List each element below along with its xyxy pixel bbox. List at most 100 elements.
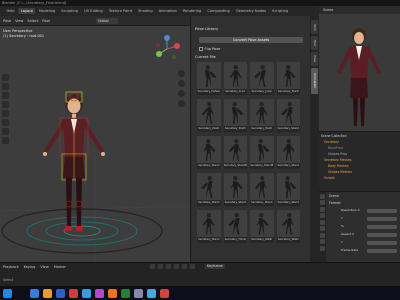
measure-tool-icon[interactable]: [2, 137, 9, 144]
workspace-tab[interactable]: Help: [4, 8, 17, 14]
convert-pose-assets-button[interactable]: Convert Pose Assets: [199, 37, 303, 43]
keying-set-dropdown[interactable]: Keyframe: [205, 264, 225, 269]
pose-asset-tile[interactable]: Secretary_is Air: [223, 62, 247, 95]
pose-asset-tile[interactable]: Secretary_Stand: [223, 173, 247, 206]
data-tab-icon[interactable]: [320, 245, 325, 251]
taskbar-app-icon[interactable]: [82, 289, 91, 298]
outliner-item[interactable]: Secretary: [319, 140, 400, 145]
output-tab-icon[interactable]: [320, 206, 325, 212]
outliner-item[interactable]: Body Meshes: [319, 164, 400, 169]
outliner-item[interactable]: Scene Collection: [319, 134, 400, 139]
workspace-tab[interactable]: UV Editing: [82, 8, 106, 14]
scene-tab-icon[interactable]: [320, 219, 325, 225]
pose-asset-tile[interactable]: Secretary_Positi: [250, 99, 274, 132]
outliner-item[interactable]: BoneProp: [319, 146, 400, 151]
pose-asset-tile[interactable]: Secretary_Stand: [250, 173, 274, 206]
pose-asset-tile[interactable]: Secretary_Positi: [197, 99, 221, 132]
property-field[interactable]: [367, 208, 397, 213]
workspace-tab[interactable]: Shading: [136, 8, 156, 14]
property-field[interactable]: [367, 248, 397, 253]
move-tool-icon[interactable]: [2, 92, 9, 99]
taskbar-app-icon[interactable]: [108, 289, 117, 298]
select-tool-icon[interactable]: [2, 74, 9, 81]
property-field[interactable]: [367, 232, 397, 237]
workspace-tab[interactable]: Geometry Nodes: [233, 8, 268, 14]
flip-pose-checkbox[interactable]: Flip Pose: [199, 46, 303, 52]
transform-orientation-dropdown[interactable]: Global: [96, 18, 118, 24]
taskbar-app-icon[interactable]: [56, 289, 65, 298]
workspace-tab[interactable]: Rendering: [180, 8, 203, 14]
pose-asset-tile[interactable]: Secretary_Walki: [276, 210, 300, 243]
pose-library-header[interactable]: Pose Library: [195, 26, 307, 32]
pose-asset-tile[interactable]: Secretary_Jump: [250, 62, 274, 95]
property-field[interactable]: [367, 240, 397, 245]
next-keyframe-icon[interactable]: [182, 264, 187, 269]
taskbar-app-icon[interactable]: [160, 289, 169, 298]
checkbox-icon[interactable]: [199, 47, 203, 51]
pose-asset-tile[interactable]: Secretary_Stand: [276, 136, 300, 169]
pose-asset-tile[interactable]: Secretary_StandE: [250, 136, 274, 169]
zoom-icon[interactable]: [178, 70, 185, 77]
pose-asset-tile[interactable]: Secretary_Stand: [197, 136, 221, 169]
view-layer-tab-icon[interactable]: [320, 213, 325, 218]
format-section-header[interactable]: Format: [329, 201, 341, 206]
play-reverse-icon[interactable]: [166, 264, 171, 269]
timeline-menu-item[interactable]: View: [40, 264, 48, 270]
pan-hand-icon[interactable]: [178, 80, 185, 87]
transform-tool-icon[interactable]: [2, 119, 9, 126]
pose-asset-tile[interactable]: Secretary_Stand: [276, 173, 300, 206]
pose-asset-tile[interactable]: Secretary_Walki: [250, 210, 274, 243]
outliner-item[interactable]: Secretary Meshes: [319, 158, 400, 163]
pose-asset-tile[interactable]: Secretary_Positi: [276, 62, 300, 95]
workspace-tab[interactable]: Compositing: [205, 8, 233, 14]
pose-asset-tile[interactable]: Secretary_Stand: [197, 210, 221, 243]
workspace-tab[interactable]: Sculpting: [59, 8, 81, 14]
navigation-gizmo[interactable]: [152, 34, 182, 64]
pose-asset-tile[interactable]: Secretary_Positi: [223, 99, 247, 132]
viewport-menu-item[interactable]: View: [15, 18, 23, 24]
modifier-tab-icon[interactable]: [320, 239, 325, 244]
viewport-menu-item[interactable]: Pose: [3, 18, 11, 24]
taskbar-app-icon[interactable]: [30, 289, 39, 298]
viewport-menu-item[interactable]: Pose: [42, 18, 50, 24]
workspace-tab[interactable]: Scripting: [270, 8, 291, 14]
secondary-viewport[interactable]: Scene: [319, 6, 400, 131]
taskbar-app-icon[interactable]: [147, 289, 156, 298]
prev-keyframe-icon[interactable]: [158, 264, 163, 269]
pose-asset-tile[interactable]: Secretary_Thinki: [223, 210, 247, 243]
play-icon[interactable]: [174, 264, 179, 269]
taskbar-app-icon[interactable]: [95, 289, 104, 298]
workspace-tab[interactable]: Layout: [18, 8, 36, 14]
workspace-tab[interactable]: Animation: [156, 8, 179, 14]
taskbar-app-icon[interactable]: [43, 289, 52, 298]
pose-asset-tile[interactable]: Secretary_Defaul: [197, 62, 221, 95]
sidebar-tab-tool[interactable]: Tool: [311, 36, 318, 50]
jump-start-icon[interactable]: [150, 264, 155, 269]
annotate-tool-icon[interactable]: [2, 128, 9, 135]
perspective-grid-icon[interactable]: [178, 100, 185, 107]
taskbar-app-icon[interactable]: [69, 289, 78, 298]
workspace-tab[interactable]: Modeling: [36, 8, 57, 14]
sidebar-tab-view[interactable]: View: [311, 52, 318, 66]
timeline-menu-item[interactable]: Marker: [54, 264, 66, 270]
outliner-item[interactable]: Shapes Prop: [319, 152, 400, 157]
outliner-item[interactable]: Scripts: [319, 176, 400, 181]
rotate-tool-icon[interactable]: [2, 101, 9, 108]
property-field[interactable]: [367, 224, 397, 229]
sidebar-tab-item[interactable]: Item: [311, 20, 318, 34]
pose-asset-tile[interactable]: Secretary_Stand: [276, 99, 300, 132]
workspace-tab[interactable]: Texture Paint: [106, 8, 134, 14]
camera-icon[interactable]: [178, 90, 185, 97]
start-menu-icon[interactable]: [3, 289, 12, 298]
jump-end-icon[interactable]: [190, 264, 195, 269]
pose-asset-tile[interactable]: Secretary_StandB: [223, 136, 247, 169]
render-tab-icon[interactable]: [320, 200, 325, 205]
scale-tool-icon[interactable]: [2, 110, 9, 117]
property-field[interactable]: [367, 216, 397, 221]
world-tab-icon[interactable]: [320, 226, 325, 231]
tool-tab-icon[interactable]: [320, 193, 325, 199]
pose-asset-tile[interactable]: Secretary_Stand: [197, 173, 221, 206]
timeline-menu-item[interactable]: Playback: [3, 264, 19, 270]
taskbar-app-icon[interactable]: [134, 289, 143, 298]
cursor-tool-icon[interactable]: [2, 83, 9, 90]
